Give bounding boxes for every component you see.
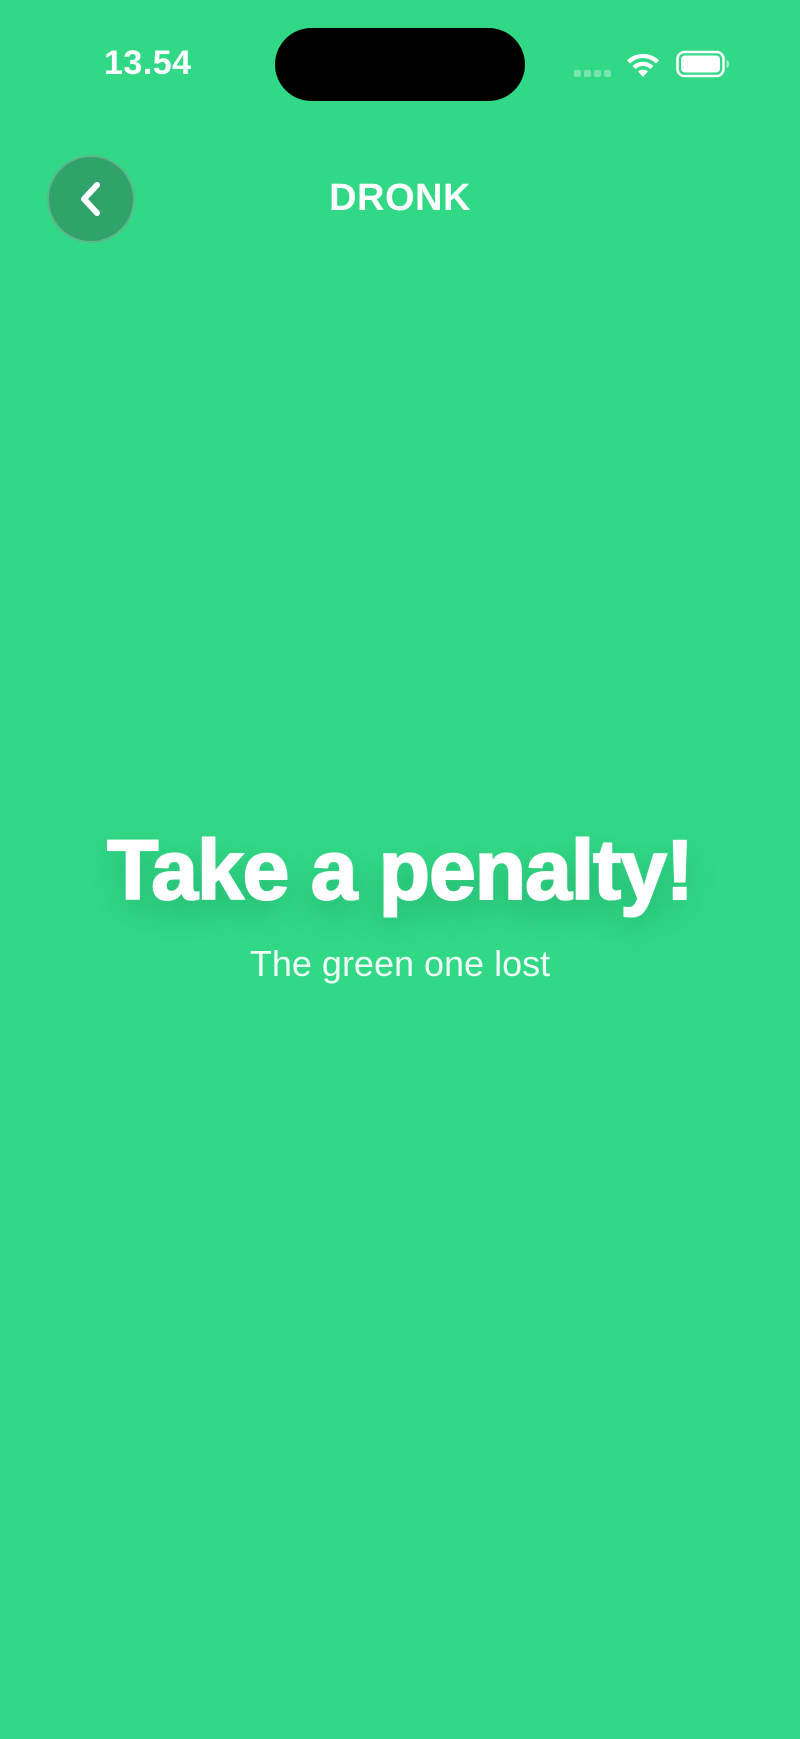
wifi-icon <box>627 53 659 77</box>
chevron-left-icon <box>81 182 100 216</box>
cellular-signal-icon <box>574 70 612 78</box>
status-time: 13.54 <box>104 44 192 82</box>
back-button[interactable] <box>47 155 135 243</box>
status-bar: 13.54 <box>0 0 800 120</box>
battery-icon <box>676 50 729 78</box>
penalty-message: Take a penalty! The green one lost <box>0 820 800 986</box>
dynamic-island <box>275 28 525 101</box>
nav-bar: DRONK <box>0 150 800 250</box>
penalty-headline: Take a penalty! <box>106 822 695 918</box>
penalty-subtitle: The green one lost <box>249 943 551 984</box>
page-title: DRONK <box>329 177 471 219</box>
